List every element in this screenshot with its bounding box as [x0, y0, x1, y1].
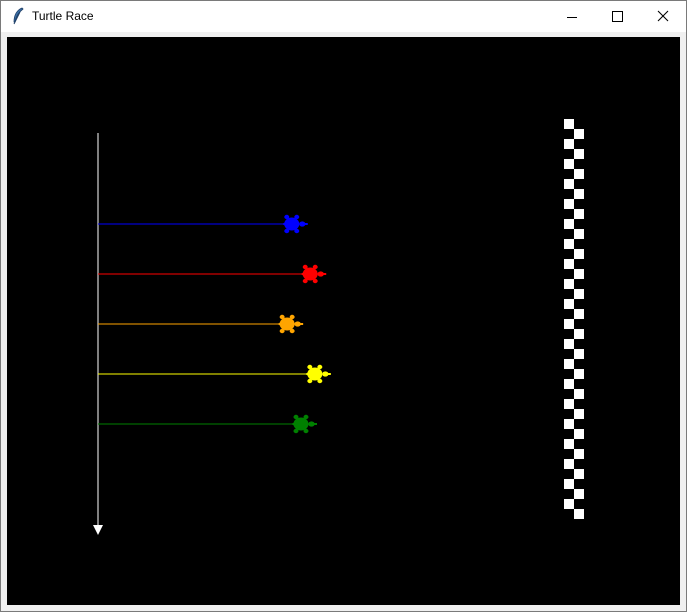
finish-square	[574, 449, 584, 459]
finish-square	[564, 199, 574, 209]
turtle-yellow	[304, 364, 331, 384]
finish-square	[564, 239, 574, 249]
finish-square	[574, 149, 584, 159]
title-bar[interactable]: Turtle Race	[1, 1, 686, 32]
finish-square	[574, 189, 584, 199]
finish-square	[574, 349, 584, 359]
canvas-frame	[5, 35, 682, 607]
maximize-icon	[612, 11, 623, 22]
finish-line	[564, 119, 584, 519]
finish-square	[564, 379, 574, 389]
maximize-button[interactable]	[594, 1, 640, 32]
close-button[interactable]	[640, 1, 686, 32]
finish-square	[574, 429, 584, 439]
finish-square	[564, 139, 574, 149]
finish-square	[564, 419, 574, 429]
close-icon	[657, 10, 669, 22]
finish-square	[564, 359, 574, 369]
turtle-red	[300, 264, 327, 284]
finish-square	[574, 129, 584, 139]
racers	[98, 214, 331, 434]
window-title: Turtle Race	[32, 9, 94, 23]
finish-square	[574, 289, 584, 299]
race-canvas[interactable]	[7, 37, 680, 605]
race-drawing	[93, 119, 584, 535]
finish-square	[564, 499, 574, 509]
finish-square	[564, 319, 574, 329]
finish-square	[564, 159, 574, 169]
finish-square	[574, 369, 584, 379]
finish-square	[574, 269, 584, 279]
finish-square	[574, 389, 584, 399]
turtle-race-window: Turtle Race	[0, 0, 687, 612]
finish-square	[574, 229, 584, 239]
finish-square	[564, 459, 574, 469]
finish-square	[574, 509, 584, 519]
finish-square	[574, 409, 584, 419]
finish-square	[574, 329, 584, 339]
feather-icon	[11, 7, 25, 25]
finish-square	[564, 299, 574, 309]
turtle-blue	[281, 214, 308, 234]
finish-square	[564, 439, 574, 449]
start-line-arrowhead	[93, 525, 103, 535]
start-line	[93, 133, 103, 535]
finish-square	[574, 209, 584, 219]
finish-square	[564, 479, 574, 489]
finish-square	[564, 399, 574, 409]
finish-square	[574, 309, 584, 319]
finish-square	[564, 279, 574, 289]
finish-square	[564, 259, 574, 269]
minimize-button[interactable]	[549, 1, 595, 32]
finish-square	[564, 339, 574, 349]
finish-square	[574, 469, 584, 479]
finish-square	[564, 219, 574, 229]
minimize-icon	[567, 17, 577, 18]
finish-square	[574, 489, 584, 499]
finish-square	[574, 249, 584, 259]
turtle-green	[290, 414, 317, 434]
finish-square	[574, 169, 584, 179]
finish-square	[564, 179, 574, 189]
turtle-orange	[277, 314, 304, 334]
finish-square	[564, 119, 574, 129]
